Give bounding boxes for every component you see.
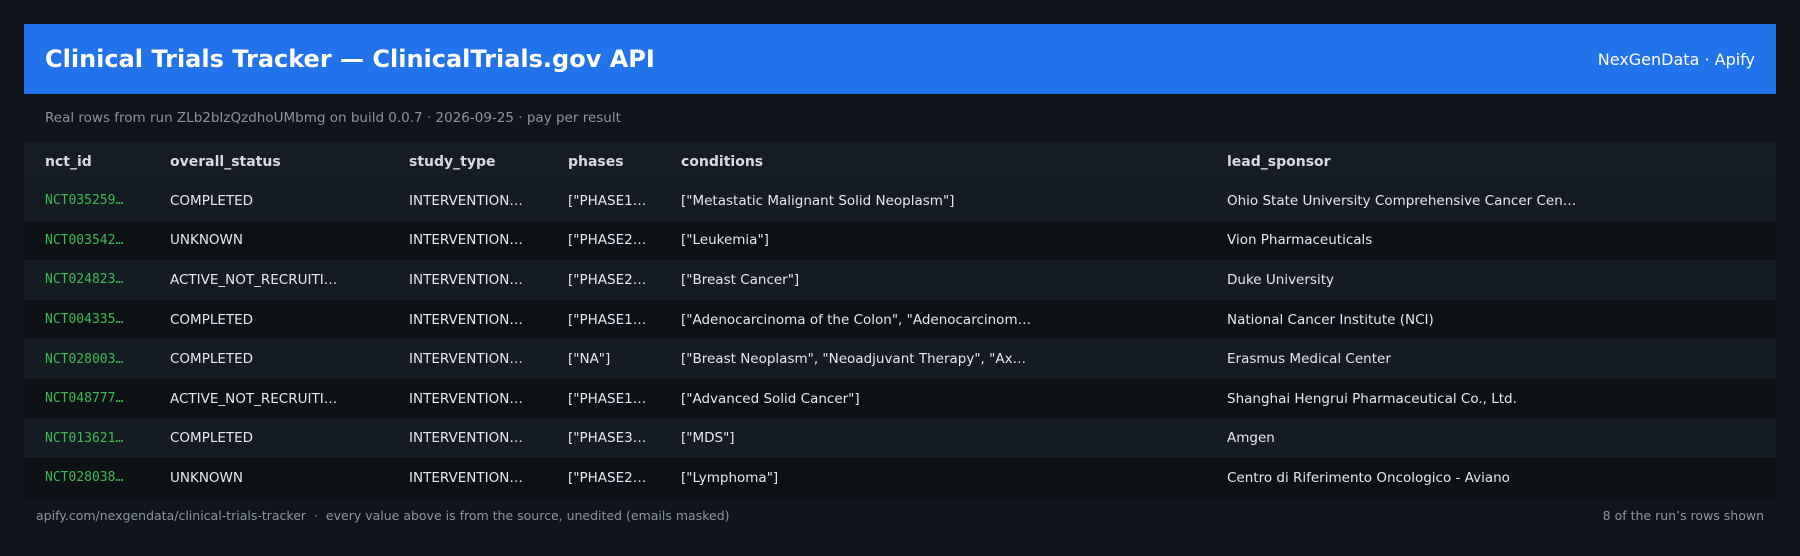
- run-info: Real rows from run ZLb2bIzQzdhoUMbmg on …: [45, 110, 621, 126]
- cell-phases: ["PHASE1…: [568, 390, 647, 407]
- cell-lead-sponsor: National Cancer Institute (NCI): [1227, 311, 1434, 328]
- table-row[interactable]: NCT004335… COMPLETED INTERVENTION… ["PHA…: [24, 299, 1776, 340]
- column-header-phases[interactable]: phases: [547, 142, 660, 181]
- column-header-study-type[interactable]: study_type: [388, 142, 547, 181]
- cell-lead-sponsor: Erasmus Medical Center: [1227, 351, 1391, 368]
- cell-nct-id: NCT024823…: [45, 272, 124, 288]
- cell-study-type: INTERVENTION…: [409, 430, 523, 447]
- cell-lead-sponsor: Ohio State University Comprehensive Canc…: [1227, 192, 1577, 209]
- table-header-row: nct_id overall_status study_type phases …: [24, 142, 1776, 181]
- cell-study-type: INTERVENTION…: [409, 232, 523, 249]
- cell-nct-id: NCT013621…: [45, 430, 124, 446]
- cell-overall-status: COMPLETED: [170, 311, 254, 328]
- cell-study-type: INTERVENTION…: [409, 271, 523, 288]
- table-row[interactable]: NCT028003… COMPLETED INTERVENTION… ["NA"…: [24, 339, 1776, 379]
- cell-phases: ["PHASE2…: [568, 469, 647, 486]
- cell-phases: ["PHASE3…: [568, 430, 647, 447]
- cell-overall-status: ACTIVE_NOT_RECRUITI…: [170, 271, 338, 288]
- cell-overall-status: UNKNOWN: [170, 232, 244, 249]
- column-header-overall-status[interactable]: overall_status: [149, 142, 388, 181]
- footer-row-count: 8 of the run’s rows shown: [1602, 508, 1764, 523]
- column-header-nct-id[interactable]: nct_id: [24, 142, 149, 181]
- app-frame: Clinical Trials Tracker — ClinicalTrials…: [24, 24, 1776, 498]
- cell-phases: ["PHASE2…: [568, 232, 647, 249]
- cell-nct-id: NCT004335…: [45, 312, 124, 328]
- cell-study-type: INTERVENTION…: [409, 469, 523, 486]
- cell-study-type: INTERVENTION…: [409, 351, 523, 368]
- table-row[interactable]: NCT024823… ACTIVE_NOT_RECRUITI… INTERVEN…: [24, 260, 1776, 300]
- footer-source-note: apify.com/nexgendata/clinical-trials-tra…: [36, 508, 730, 523]
- cell-study-type: INTERVENTION…: [409, 390, 523, 407]
- cell-study-type: INTERVENTION…: [409, 311, 523, 328]
- cell-overall-status: COMPLETED: [170, 430, 254, 447]
- cell-phases: ["PHASE1…: [568, 192, 647, 209]
- table-row[interactable]: NCT035259… COMPLETED INTERVENTION… ["PHA…: [24, 181, 1776, 221]
- cell-conditions: ["Breast Neoplasm", "Neoadjuvant Therapy…: [681, 351, 1027, 368]
- column-header-lead-sponsor[interactable]: lead_sponsor: [1206, 142, 1776, 181]
- cell-conditions: ["Leukemia"]: [681, 232, 769, 249]
- results-table: nct_id overall_status study_type phases …: [24, 142, 1776, 498]
- cell-lead-sponsor: Vion Pharmaceuticals: [1227, 232, 1373, 249]
- table-row[interactable]: NCT003542… UNKNOWN INTERVENTION… ["PHASE…: [24, 220, 1776, 261]
- column-header-conditions[interactable]: conditions: [660, 142, 1206, 181]
- cell-conditions: ["Lymphoma"]: [681, 469, 779, 486]
- cell-nct-id: NCT048777…: [45, 391, 124, 407]
- cell-overall-status: COMPLETED: [170, 351, 254, 368]
- cell-conditions: ["Metastatic Malignant Solid Neoplasm"]: [681, 192, 955, 209]
- cell-lead-sponsor: Amgen: [1227, 430, 1275, 447]
- cell-conditions: ["Breast Cancer"]: [681, 271, 800, 288]
- brand-label: NexGenData · Apify: [1597, 49, 1755, 69]
- cell-lead-sponsor: Centro di Riferimento Oncologico - Avian…: [1227, 469, 1510, 486]
- cell-conditions: ["Advanced Solid Cancer"]: [681, 390, 860, 407]
- footer-bar: apify.com/nexgendata/clinical-trials-tra…: [24, 508, 1776, 523]
- cell-overall-status: COMPLETED: [170, 192, 254, 209]
- cell-nct-id: NCT035259…: [45, 193, 124, 209]
- cell-nct-id: NCT028038…: [45, 470, 124, 486]
- cell-overall-status: UNKNOWN: [170, 469, 244, 486]
- cell-lead-sponsor: Shanghai Hengrui Pharmaceutical Co., Ltd…: [1227, 390, 1517, 407]
- cell-phases: ["PHASE1…: [568, 311, 647, 328]
- cell-phases: ["NA"]: [568, 351, 611, 368]
- cell-overall-status: ACTIVE_NOT_RECRUITI…: [170, 390, 338, 407]
- table-row[interactable]: NCT048777… ACTIVE_NOT_RECRUITI… INTERVEN…: [24, 378, 1776, 419]
- page-title: Clinical Trials Tracker — ClinicalTrials…: [45, 45, 655, 73]
- cell-lead-sponsor: Duke University: [1227, 271, 1334, 288]
- cell-conditions: ["Adenocarcinoma of the Colon", "Adenoca…: [681, 311, 1032, 328]
- cell-nct-id: NCT003542…: [45, 232, 124, 248]
- table-row[interactable]: NCT013621… COMPLETED INTERVENTION… ["PHA…: [24, 418, 1776, 459]
- table-row[interactable]: NCT028038… UNKNOWN INTERVENTION… ["PHASE…: [24, 458, 1776, 498]
- cell-nct-id: NCT028003…: [45, 351, 124, 367]
- header-bar: Clinical Trials Tracker — ClinicalTrials…: [24, 24, 1776, 94]
- cell-conditions: ["MDS"]: [681, 430, 735, 447]
- cell-study-type: INTERVENTION…: [409, 192, 523, 209]
- cell-phases: ["PHASE2…: [568, 271, 647, 288]
